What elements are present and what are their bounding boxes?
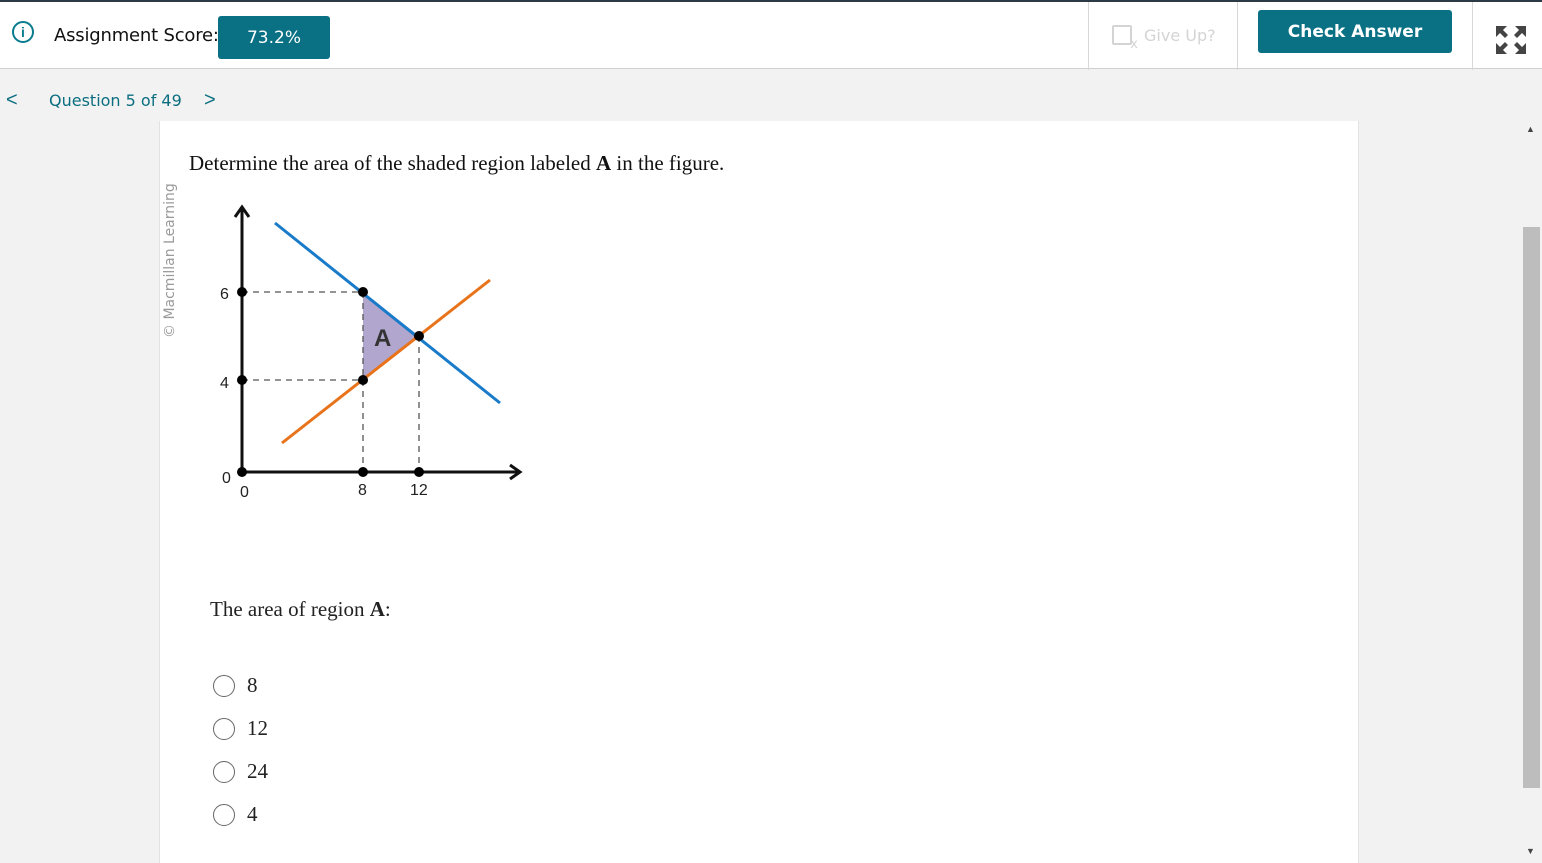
scroll-up-arrow-icon[interactable]: ▲	[1526, 124, 1535, 134]
choice-option[interactable]: 4	[213, 802, 258, 827]
choice-label[interactable]: 8	[247, 673, 258, 698]
point-top-vertex	[358, 287, 368, 297]
divider	[1472, 2, 1473, 70]
answer-prompt-bold: A	[369, 597, 385, 621]
divider	[1237, 2, 1238, 70]
point-x12	[414, 467, 424, 477]
region-figure: A 6 4 0 0 8 12	[220, 204, 523, 501]
radio-button[interactable]	[213, 803, 235, 826]
region-label-a: A	[374, 325, 391, 352]
divider	[1088, 2, 1089, 70]
info-icon[interactable]: i	[12, 21, 34, 43]
decreasing-line	[274, 221, 501, 405]
check-answer-button[interactable]: Check Answer	[1258, 10, 1452, 53]
y-tick-6: 6	[220, 286, 229, 303]
x-tick-12: 12	[410, 482, 428, 499]
choice-label[interactable]: 4	[247, 802, 258, 827]
question-text-part: Determine the area of the shaded region …	[189, 151, 596, 175]
increasing-line	[281, 278, 491, 445]
next-question-button[interactable]: >	[204, 89, 216, 112]
question-text: Determine the area of the shaded region …	[189, 151, 724, 176]
copyright-notice: © Macmillan Learning	[162, 183, 178, 338]
y-tick-0: 0	[222, 470, 231, 487]
previous-question-button[interactable]: <	[6, 89, 18, 112]
give-up-button[interactable]: Give Up?	[1112, 20, 1216, 52]
give-up-icon	[1112, 25, 1138, 52]
answer-prompt: The area of region A:	[210, 597, 391, 622]
expand-fullscreen-icon[interactable]	[1494, 24, 1528, 56]
answer-prompt-part: :	[384, 597, 391, 621]
point-bottom-vertex	[358, 375, 368, 385]
question-text-part: in the figure.	[611, 151, 725, 175]
choice-option[interactable]: 8	[213, 673, 258, 698]
radio-button[interactable]	[213, 717, 235, 740]
x-tick-0: 0	[240, 484, 249, 501]
point-origin	[237, 467, 247, 477]
give-up-label: Give Up?	[1144, 25, 1216, 45]
answer-prompt-part: The area of region	[210, 597, 370, 621]
question-counter[interactable]: Question 5 of 49	[49, 91, 182, 110]
radio-button[interactable]	[213, 674, 235, 697]
choice-option[interactable]: 12	[213, 716, 268, 741]
assignment-score-value[interactable]: 73.2%	[218, 16, 330, 59]
point-y4	[237, 375, 247, 385]
y-tick-4: 4	[220, 375, 229, 392]
scroll-down-arrow-icon[interactable]: ▼	[1526, 846, 1535, 856]
choice-label[interactable]: 24	[247, 759, 268, 784]
choice-label[interactable]: 12	[247, 716, 268, 741]
point-x8	[358, 467, 368, 477]
point-intersection	[414, 331, 424, 341]
question-text-bold: A	[595, 151, 612, 175]
choice-option[interactable]: 24	[213, 759, 268, 784]
x-tick-8: 8	[358, 482, 367, 499]
top-bar: i Assignment Score: 73.2% Give Up? Check…	[0, 0, 1542, 70]
radio-button[interactable]	[213, 760, 235, 783]
assignment-score-label: Assignment Score:	[54, 25, 219, 46]
point-y6	[237, 287, 247, 297]
scrollbar-thumb[interactable]	[1523, 227, 1540, 788]
